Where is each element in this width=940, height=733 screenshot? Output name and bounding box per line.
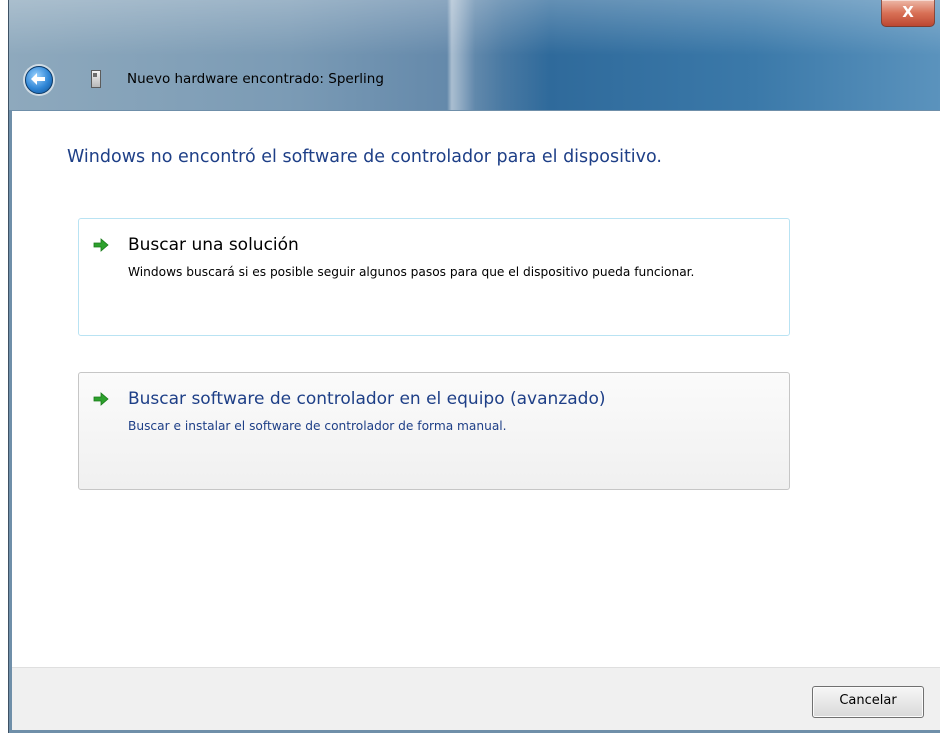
cancel-button[interactable]: Cancelar: [812, 686, 924, 718]
title-bar: X Nuevo hardware encontrado: Sperling: [9, 0, 940, 110]
close-icon: X: [902, 3, 914, 21]
green-arrow-icon: [93, 392, 109, 406]
dialog-window: X Nuevo hardware encontrado: Sperling Wi…: [8, 0, 940, 733]
option-title: Buscar una solución: [128, 235, 299, 255]
green-arrow-icon: [93, 238, 109, 252]
option-description: Buscar e instalar el software de control…: [128, 419, 507, 433]
page-heading: Windows no encontró el software de contr…: [67, 147, 662, 167]
back-arrow-icon: [31, 73, 45, 85]
option-description: Windows buscará si es posible seguir alg…: [128, 265, 695, 279]
option-search-solution[interactable]: Buscar una solución Windows buscará si e…: [78, 218, 790, 336]
button-bar: Cancelar: [12, 667, 940, 730]
window-title: Nuevo hardware encontrado: Sperling: [127, 71, 384, 87]
option-browse-computer[interactable]: Buscar software de controlador en el equ…: [78, 372, 790, 490]
back-button[interactable]: [25, 66, 53, 94]
close-button[interactable]: X: [881, 0, 935, 27]
content-area: Windows no encontró el software de contr…: [12, 111, 940, 667]
option-title: Buscar software de controlador en el equ…: [128, 389, 606, 409]
usb-device-icon: [91, 70, 101, 88]
